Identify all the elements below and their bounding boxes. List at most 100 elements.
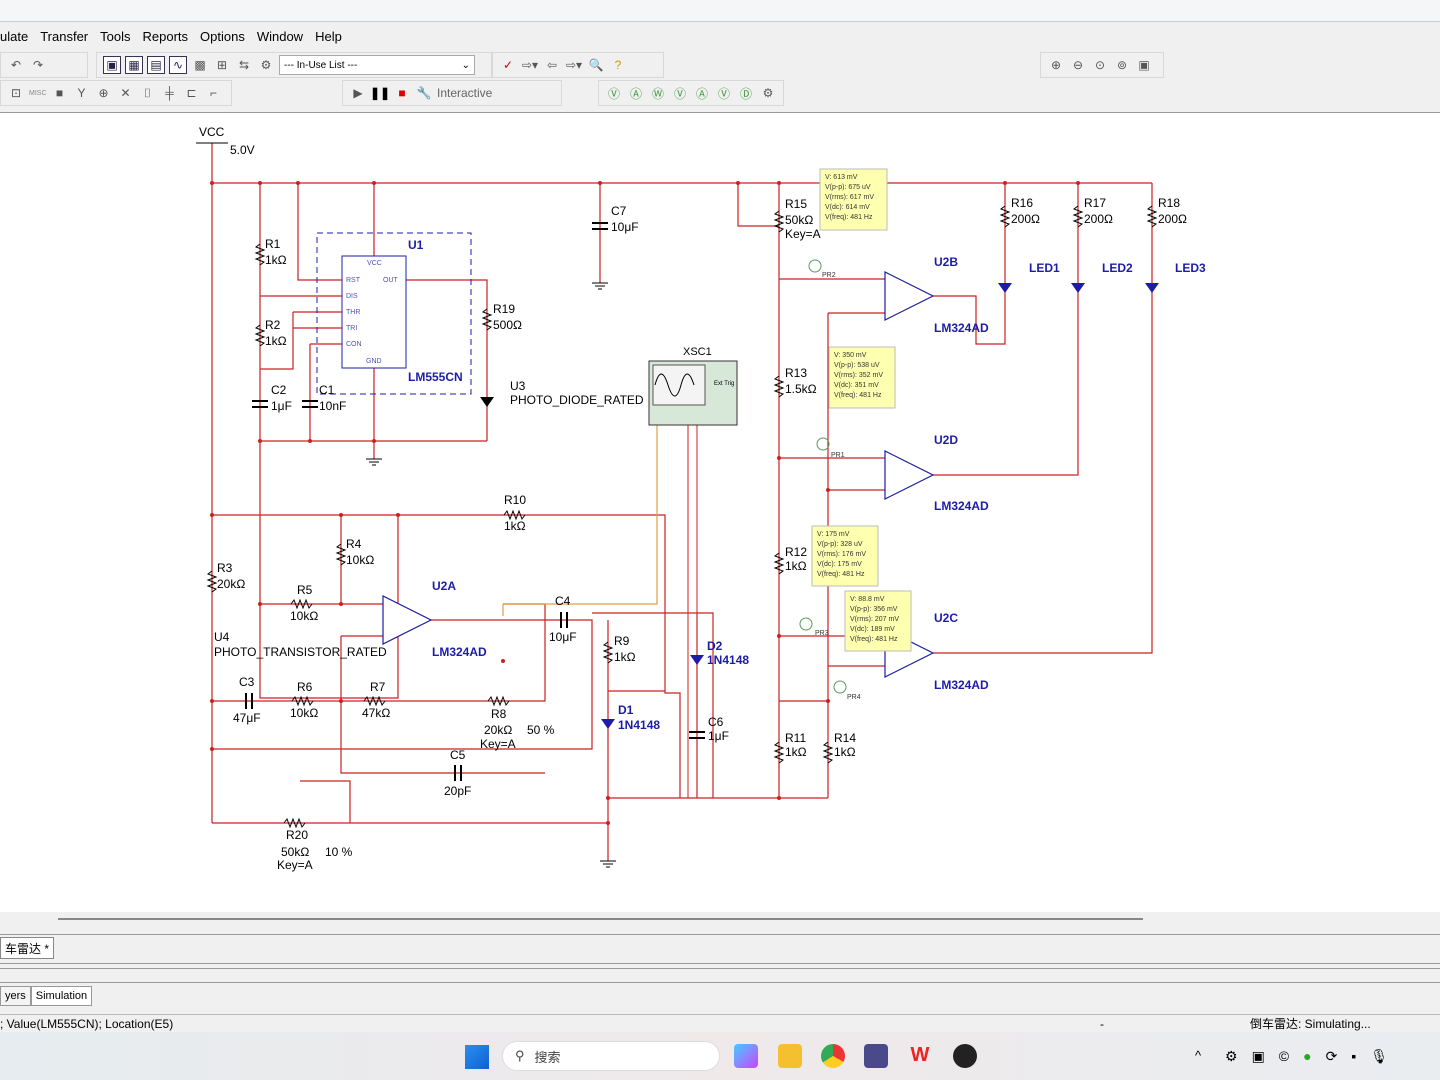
u1-label: U1 — [408, 238, 424, 252]
current-probe-icon[interactable]: Ⓐ — [627, 84, 645, 102]
label-r2-1: 1kΩ — [265, 334, 287, 348]
erc-icon[interactable]: ✓ — [499, 56, 517, 74]
scope-wire — [502, 421, 658, 616]
tab-simulation[interactable]: Simulation — [30, 986, 93, 1006]
document-tab[interactable]: 车雷达 * — [0, 937, 55, 959]
windows-start-icon[interactable] — [465, 1045, 489, 1069]
tray-wechat-icon[interactable]: ● — [1303, 1048, 1311, 1065]
wire-icon[interactable]: ⌐ — [205, 84, 223, 102]
voltage-probe-icon[interactable]: Ⓥ — [605, 84, 623, 102]
probe-name: PR3 — [815, 630, 829, 637]
label-u2b-1: LM324AD — [934, 321, 989, 335]
spice-netlist-icon[interactable]: ▤ — [147, 56, 165, 74]
label-r14-0: R14 — [834, 731, 856, 745]
motor-icon[interactable]: ⊕ — [95, 84, 113, 102]
probe-reading: V(p-p): 328 uV — [817, 541, 863, 548]
label-u2c-0: U2C — [934, 611, 958, 625]
microphone-icon[interactable]: 🎙 — [1370, 1048, 1388, 1065]
wps-icon[interactable]: W — [908, 1044, 932, 1068]
label-r5-0: R5 — [297, 583, 313, 597]
component-wizard-icon[interactable]: ⚙ — [257, 56, 275, 74]
probe-boxes — [811, 168, 912, 652]
chip-icon[interactable]: ■ — [51, 84, 69, 102]
probe-reading: V(dc): 175 mV — [817, 561, 862, 568]
pin-gnd: GND — [366, 358, 382, 365]
misc-label[interactable]: MISC — [29, 90, 47, 97]
postprocessor-icon[interactable]: ▩ — [191, 56, 209, 74]
label-c5-1: 20pF — [444, 784, 471, 798]
tray-cat-icon[interactable]: ▪ — [1351, 1048, 1356, 1065]
diff-voltage-probe-icon[interactable]: Ⓥ — [671, 84, 689, 102]
source-icon[interactable]: ⊡ — [7, 84, 25, 102]
tray-remote-icon[interactable]: ▣ — [1252, 1048, 1265, 1065]
interactive-mode[interactable]: Interactive — [437, 86, 492, 100]
back-annotate-icon[interactable]: ⇆ — [235, 56, 253, 74]
chrome-icon[interactable] — [821, 1044, 845, 1068]
horizontal-scrollbar[interactable] — [58, 918, 1143, 920]
menu-transfer[interactable]: Transfer — [34, 29, 94, 44]
back-icon[interactable]: ⇦ — [543, 56, 561, 74]
probe-reading: V(freq): 481 Hz — [825, 214, 873, 221]
obs-icon[interactable] — [953, 1044, 977, 1068]
label-c2-1: 1μF — [271, 399, 292, 413]
schematic[interactable]: VCC 5.0V VCC RST OUT DIS THR TRI CON GND… — [0, 113, 1440, 913]
menu-reports[interactable]: Reports — [136, 29, 194, 44]
help-icon[interactable]: ? — [609, 56, 627, 74]
power-probe-icon[interactable]: Ⓦ — [649, 84, 667, 102]
zoom-in-icon[interactable]: ⊕ — [1047, 56, 1065, 74]
stop-icon[interactable]: ■ — [393, 84, 411, 102]
redo-icon[interactable]: ↷ — [29, 56, 47, 74]
transfer-icon[interactable]: ⇨▾ — [521, 56, 539, 74]
tray-sync-icon[interactable]: ⟳ — [1326, 1048, 1338, 1065]
digital-probe-icon[interactable]: Ⓓ — [737, 84, 755, 102]
electrical-rules-icon[interactable]: ⊞ — [213, 56, 231, 74]
ref-probe-icon[interactable]: Ⓥ — [715, 84, 733, 102]
find-icon[interactable]: 🔍 — [587, 56, 605, 74]
label-d1-0: D1 — [618, 703, 634, 717]
menu-simulate[interactable]: ulate — [0, 29, 34, 44]
in-use-list-value: --- In-Use List --- — [284, 59, 358, 71]
undo-icon[interactable]: ↶ — [7, 56, 25, 74]
zoom-fit-icon[interactable]: ⊚ — [1113, 56, 1131, 74]
label-d2-0: D2 — [707, 639, 723, 653]
menu-options[interactable]: Options — [194, 29, 251, 44]
spreadsheet-icon[interactable]: ▦ — [125, 56, 143, 74]
label-r15-2: Key=A — [785, 227, 821, 241]
label-r4-0: R4 — [346, 537, 362, 551]
run-icon[interactable]: ▶ — [349, 84, 367, 102]
menu-window[interactable]: Window — [251, 29, 309, 44]
in-use-list-dropdown[interactable]: --- In-Use List --- ⌄ — [279, 55, 475, 75]
current-ref-probe-icon[interactable]: Ⓐ — [693, 84, 711, 102]
probe-settings-icon[interactable]: ⚙ — [759, 84, 777, 102]
forward-icon[interactable]: ⇨▾ — [565, 56, 583, 74]
label-r12-1: 1kΩ — [785, 559, 807, 573]
zoom-area-icon[interactable]: ⊙ — [1091, 56, 1109, 74]
status-bar: ; Value(LM555CN); Location(E5) - 倒车雷达: S… — [0, 1014, 1440, 1032]
multisim-icon[interactable] — [864, 1044, 888, 1068]
file-explorer-icon[interactable] — [778, 1044, 802, 1068]
tray-c-icon[interactable]: © — [1279, 1048, 1289, 1065]
tools-toolbar: ✓ ⇨▾ ⇦ ⇨▾ 🔍 ? — [492, 52, 664, 78]
copilot-icon[interactable] — [734, 1044, 758, 1068]
connector-icon[interactable]: ⌷ — [139, 84, 157, 102]
schematic-canvas[interactable]: VCC 5.0V VCC RST OUT DIS THR TRI CON GND… — [0, 112, 1440, 912]
antenna-icon[interactable]: Y — [73, 84, 91, 102]
hierarchy-icon[interactable]: ✕ — [117, 84, 135, 102]
zoom-out-icon[interactable]: ⊖ — [1069, 56, 1087, 74]
full-screen-icon[interactable]: ▣ — [1135, 56, 1153, 74]
design-toolbox-icon[interactable]: ▣ — [103, 56, 121, 74]
place-block-icon[interactable]: ⊏ — [183, 84, 201, 102]
label-r4-1: 10kΩ — [346, 553, 374, 567]
probe-reading: V(freq): 481 Hz — [850, 636, 898, 643]
menu-help[interactable]: Help — [309, 29, 348, 44]
menu-tools[interactable]: Tools — [94, 29, 136, 44]
tray-app-icon[interactable]: ⚙ — [1225, 1048, 1238, 1065]
system-tray: ⚙ ▣ © ● ⟳ ▪ 🎙 — [1225, 1048, 1425, 1065]
tray-chevron-icon[interactable]: ^ — [1195, 1048, 1201, 1063]
pause-icon[interactable]: ❚❚ — [370, 84, 390, 102]
taskbar-search[interactable]: ⚲ 搜索 — [502, 1041, 720, 1071]
grapher-icon[interactable]: ∿ — [169, 56, 187, 74]
label-r16-1: 200Ω — [1011, 212, 1040, 226]
bus-icon[interactable]: ╪ — [161, 84, 179, 102]
tab-layers[interactable]: yers — [0, 986, 31, 1006]
